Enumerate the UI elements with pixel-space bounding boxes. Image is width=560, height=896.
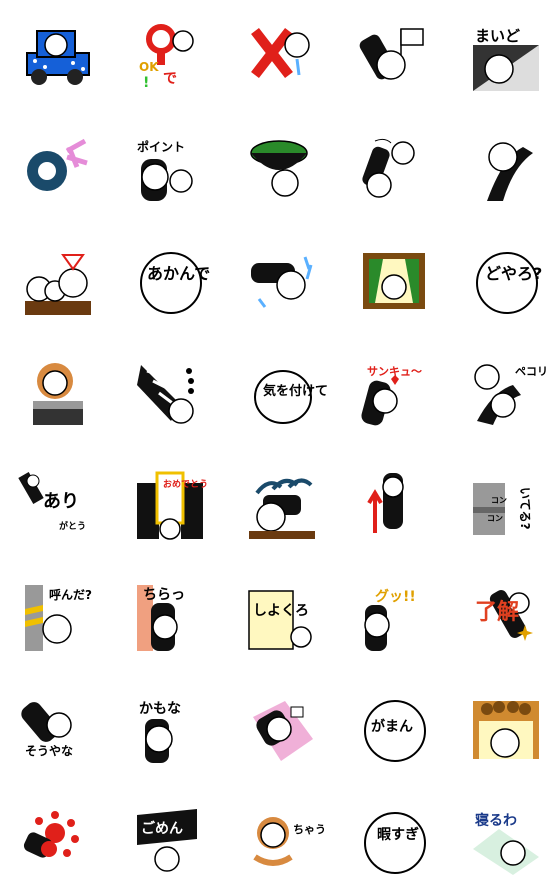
- sticker-o-rolling[interactable]: [25, 137, 91, 203]
- doyaro-text: どやろ?: [485, 264, 542, 283]
- neruwa-text: 寝るわ: [475, 812, 517, 829]
- sticker-grid: OK で ! まいど ポイント あかんで どやろ? 気を付けて サンキュ〜 ペコ…: [0, 0, 560, 896]
- kon2-text: コン: [487, 514, 503, 523]
- car-icon: [26, 30, 90, 85]
- sticker-himasugi[interactable]: 暇すぎ: [361, 809, 427, 875]
- gomen-text: ごめん: [141, 820, 183, 837]
- sticker-neruwa[interactable]: 寝るわ: [473, 809, 539, 875]
- sticker-ryokai[interactable]: 了解: [473, 585, 539, 651]
- souyana-text: そうやな: [25, 744, 73, 758]
- sticker-chirat[interactable]: ちらっ: [137, 585, 203, 651]
- chau-text: ちゃう: [293, 823, 326, 836]
- sticker-shiyo[interactable]: しよくろ: [248, 585, 315, 651]
- sticker-souyana[interactable]: そうやな: [21, 697, 91, 763]
- sticker-chau[interactable]: ちゃう: [249, 809, 326, 875]
- point-text: ポイント: [137, 139, 185, 154]
- bow-text: ペコリ: [515, 365, 548, 378]
- sticker-picture[interactable]: [361, 249, 427, 315]
- sticker-sliced[interactable]: [137, 361, 203, 427]
- sticker-bow[interactable]: ペコリ: [473, 361, 548, 427]
- sticker-yonda[interactable]: 呼んだ?: [25, 585, 92, 651]
- sticker-rocket[interactable]: [361, 473, 427, 539]
- ryokai-text: 了解: [475, 599, 519, 625]
- sticker-punch[interactable]: [361, 137, 427, 203]
- sticker-ki-wo[interactable]: 気を付けて: [249, 361, 328, 427]
- chirat-text: ちらっ: [143, 587, 185, 603]
- sticker-omedeto[interactable]: おめでとう: [137, 471, 208, 540]
- iteru-text: いてる?: [518, 487, 532, 530]
- sticker-dots[interactable]: [23, 809, 91, 875]
- sticker-akande[interactable]: あかんで: [137, 249, 210, 315]
- sticker-ok-de[interactable]: OK で !: [137, 24, 203, 91]
- sticker-arrows[interactable]: [249, 473, 315, 539]
- sticker-thank[interactable]: サンキュ〜: [361, 361, 427, 427]
- yonda-text: 呼んだ?: [49, 587, 92, 602]
- sticker-lean[interactable]: [473, 137, 539, 203]
- sticker-curtain[interactable]: [473, 697, 539, 763]
- sticker-family[interactable]: [25, 249, 91, 315]
- sticker-x-mark[interactable]: [249, 25, 315, 91]
- sticker-splash[interactable]: [249, 249, 315, 315]
- sticker-gaman[interactable]: がまん: [361, 697, 427, 763]
- arigato-text: あり: [43, 491, 79, 512]
- sticker-maido[interactable]: まいど: [473, 25, 539, 91]
- sticker-car[interactable]: [25, 25, 91, 91]
- arigato-small-text: がとう: [59, 520, 86, 532]
- sticker-good[interactable]: グッ!!: [361, 585, 427, 651]
- sticker-iteru[interactable]: コン コン いてる?: [473, 473, 539, 539]
- gaman-text: がまん: [371, 718, 413, 735]
- sticker-bowl[interactable]: [249, 137, 315, 203]
- omedeto-text: おめでとう: [163, 479, 208, 490]
- exclaim-text: !: [143, 75, 149, 91]
- sticker-bear[interactable]: [25, 361, 91, 427]
- ki-wo-text: 気を付けて: [263, 383, 328, 399]
- sticker-flag[interactable]: [359, 25, 427, 91]
- maido-text: まいど: [475, 27, 520, 45]
- de-text: で: [163, 71, 177, 87]
- sticker-point[interactable]: ポイント: [137, 137, 203, 203]
- sticker-gomen[interactable]: ごめん: [137, 809, 203, 875]
- good-text: グッ!!: [375, 588, 416, 605]
- ok-text: OK: [139, 60, 159, 74]
- sticker-arigato[interactable]: あり がとう: [18, 472, 91, 539]
- himasugi-text: 暇すぎ: [377, 826, 419, 843]
- sticker-kamona[interactable]: かもな: [137, 697, 203, 763]
- sticker-sleep-pink[interactable]: [249, 697, 315, 763]
- kamona-text: かもな: [139, 701, 181, 717]
- sticker-doyaro[interactable]: どやろ?: [473, 249, 542, 315]
- shiyo-text: しよくろ: [253, 603, 309, 619]
- kon1-text: コン: [491, 496, 507, 505]
- akande-text: あかんで: [147, 264, 210, 283]
